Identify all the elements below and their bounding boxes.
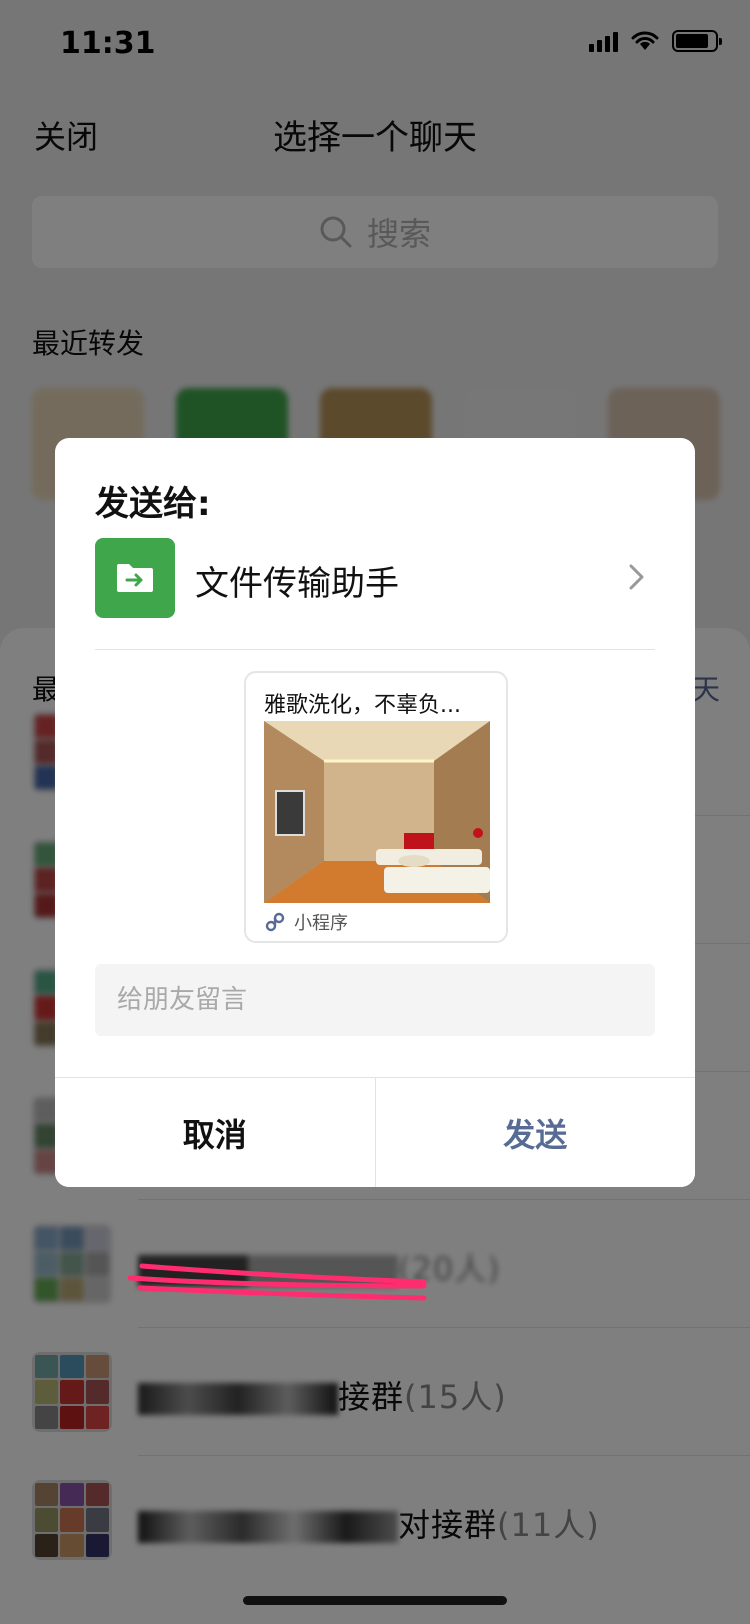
miniprogram-label: 小程序 — [294, 913, 348, 934]
redaction-scribble — [128, 1263, 427, 1301]
home-indicator[interactable] — [243, 1596, 507, 1605]
send-button[interactable]: 发送 — [375, 1078, 695, 1187]
recipient-row[interactable]: 文件传输助手 — [95, 538, 655, 618]
miniprogram-card: 雅歌洗化，不辜负... 小程序 — [244, 671, 508, 943]
recipient-name: 文件传输助手 — [195, 564, 399, 604]
miniprogram-title: 雅歌洗化，不辜负... — [264, 693, 461, 718]
dialog-actions: 取消 发送 — [55, 1077, 695, 1187]
send-to-label: 发送给: — [95, 484, 211, 524]
miniprogram-icon — [265, 912, 285, 932]
miniprogram-thumbnail — [264, 721, 490, 903]
chevron-right-icon — [629, 564, 644, 590]
file-transfer-icon — [95, 538, 175, 618]
cancel-button[interactable]: 取消 — [55, 1078, 376, 1187]
divider — [95, 649, 655, 650]
miniprogram-source: 小程序 — [264, 909, 348, 935]
share-dialog: 发送给: 文件传输助手 雅歌洗化，不辜负... 小程序 给朋友留言 取消 发送 — [55, 438, 695, 1187]
message-field[interactable] — [95, 964, 655, 1036]
